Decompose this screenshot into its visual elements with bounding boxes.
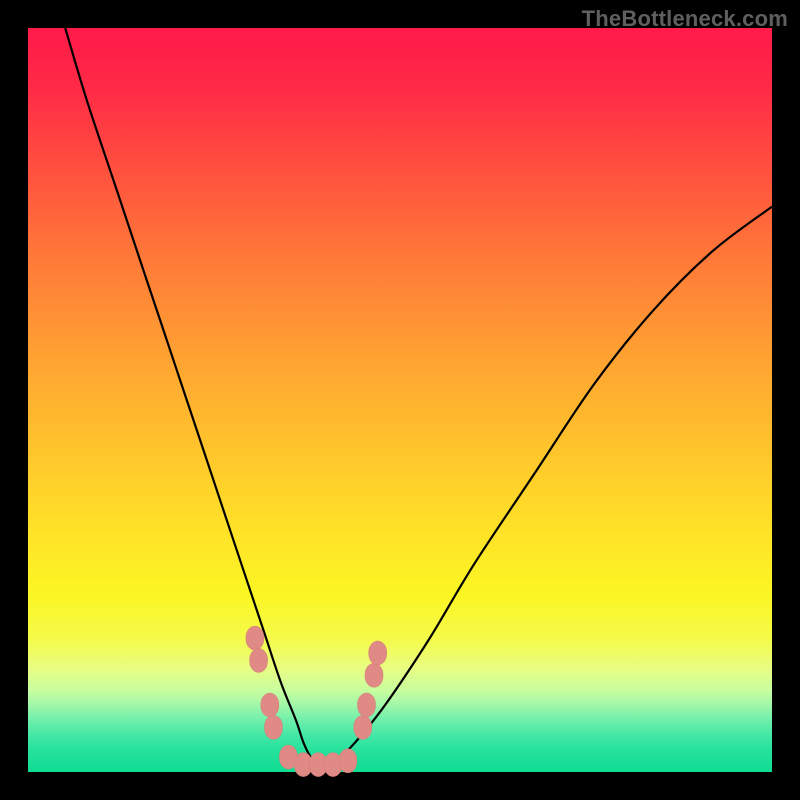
marker	[358, 693, 376, 717]
marker	[365, 663, 383, 687]
marker	[246, 626, 264, 650]
marker-cluster	[246, 626, 387, 777]
bottleneck-curve	[65, 28, 772, 765]
plot-area	[28, 28, 772, 772]
chart-canvas: TheBottleneck.com	[0, 0, 800, 800]
marker	[250, 648, 268, 672]
curve-layer	[28, 28, 772, 772]
marker	[265, 715, 283, 739]
watermark-text: TheBottleneck.com	[582, 6, 788, 32]
marker	[354, 715, 372, 739]
marker	[369, 641, 387, 665]
marker	[261, 693, 279, 717]
marker	[339, 749, 357, 773]
